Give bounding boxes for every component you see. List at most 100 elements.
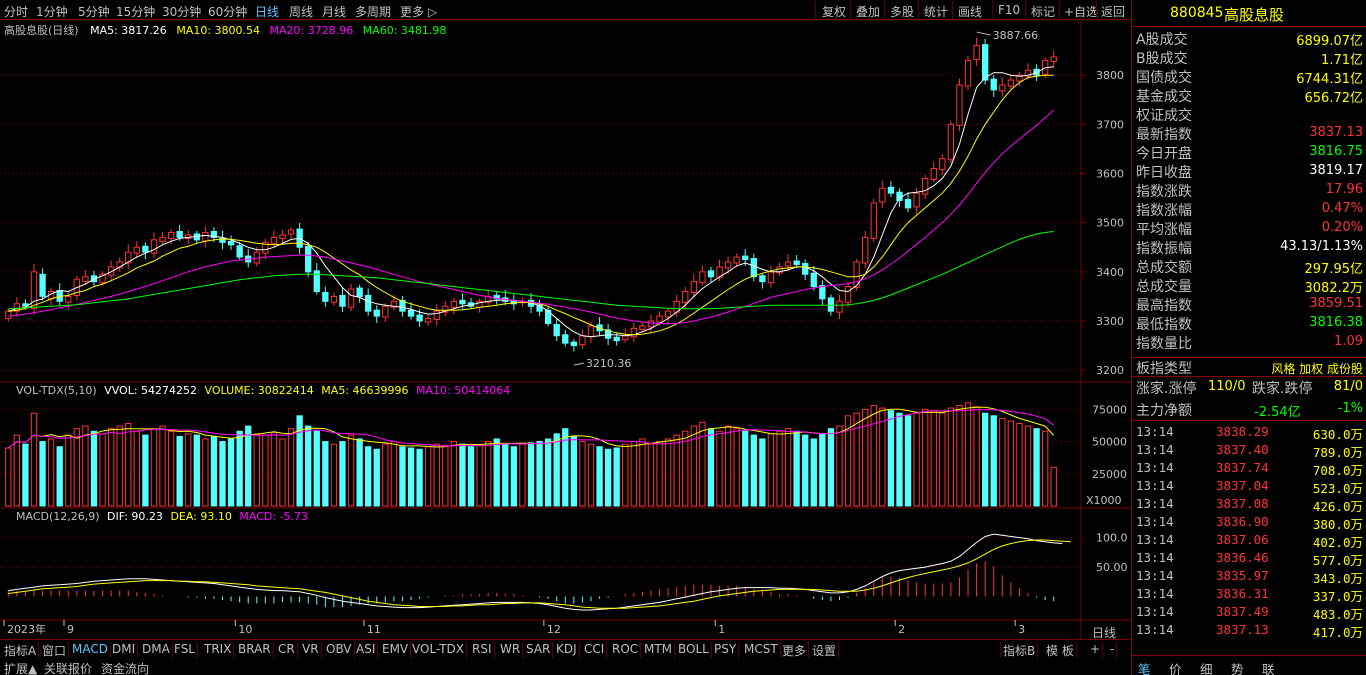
macd-indicator-name: MACD(12,26,9) (16, 510, 100, 523)
volume-bar (527, 442, 535, 507)
candle-body (682, 291, 689, 303)
indicator-tab-boll[interactable]: BOLL (676, 642, 712, 658)
candle-body (973, 45, 980, 60)
candle-body (347, 288, 355, 308)
draw-line-button[interactable]: 画线 (958, 3, 982, 20)
timeframe-1min[interactable]: 1分钟 (36, 3, 68, 20)
template-tab[interactable]: 模 板 (1044, 642, 1077, 658)
volume-bar (219, 441, 226, 507)
indicator-tab-mtm[interactable]: MTM (642, 642, 676, 658)
month-label: 12 (547, 623, 561, 636)
candle-body (767, 271, 775, 284)
candle-body (416, 314, 423, 322)
indicator-tab-psy[interactable]: PSY (712, 642, 740, 658)
kline-chart[interactable]: 3200 3300 3400 3500 3600 3700 3800 25000 50000 7… (0, 20, 1131, 639)
tab-related[interactable]: 联 (1262, 659, 1275, 675)
timeframe-15min[interactable]: 15分钟 (116, 3, 155, 20)
indicator-tab-更多[interactable]: 更多 (780, 642, 810, 658)
tab-price[interactable]: 价 (1169, 659, 1182, 675)
mark-button[interactable]: 标记 (1031, 3, 1055, 20)
volume-bar (776, 430, 783, 507)
indicator-tab-cr[interactable]: CR (276, 642, 298, 658)
timeframe-intraday[interactable]: 分时 (4, 3, 28, 20)
volume-bar (827, 428, 835, 507)
indicator-tab-mcst[interactable]: MCST (742, 642, 781, 658)
timeframe-30min[interactable]: 30分钟 (162, 3, 201, 20)
indicator-tab-cci[interactable]: CCI (582, 642, 608, 658)
statistics-button[interactable]: 统计 (924, 3, 948, 20)
stat-row: A股成交 6899.07亿 (1132, 29, 1366, 49)
volume-bar (142, 434, 149, 507)
indicator-tab-指标a[interactable]: 指标A (2, 642, 40, 658)
month-label: 11 (367, 623, 381, 636)
indicator-tab-obv[interactable]: OBV (324, 642, 355, 658)
indicator-tab-dmi[interactable]: DMI (110, 642, 139, 658)
more-menu[interactable]: 更多 ▷ (400, 3, 437, 20)
indicator-tab-vr[interactable]: VR (300, 642, 322, 658)
main-info-line: 高股息股(日线) MA5: 3817.26 MA10: 3800.54 MA20… (4, 22, 446, 38)
adjust-button[interactable]: 复权 (822, 3, 846, 20)
indicator-tab-brar[interactable]: BRAR (236, 642, 274, 658)
volume-indicator-name: VOL-TDX(5,10) (16, 384, 97, 397)
tick-time: 13:14 (1136, 424, 1174, 439)
indicator-tab-窗口[interactable]: 窗口 (40, 642, 70, 658)
month-label: 10 (238, 623, 252, 636)
timeframe-daily[interactable]: 日线 (255, 3, 279, 20)
stat-label: 指数涨幅 (1136, 203, 1192, 219)
stat-row: 昨日收盘 3819.17 (1132, 162, 1366, 181)
timeframe-weekly[interactable]: 周线 (289, 3, 313, 20)
timeframe-monthly[interactable]: 月线 (322, 3, 346, 20)
indicator-tab-macd[interactable]: MACD (70, 642, 111, 658)
f10-button[interactable]: F10 (998, 3, 1020, 17)
indicator-tab-trix[interactable]: TRIX (202, 642, 235, 658)
overlay-button[interactable]: 叠加 (856, 3, 880, 20)
volume-bar (570, 435, 578, 507)
volume-bar (305, 425, 312, 507)
indicator-tab-roc[interactable]: ROC (610, 642, 642, 658)
indicator-tab-wr[interactable]: WR (498, 642, 524, 658)
macd-info-line: MACD(12,26,9) DIF: 90.23 DEA: 93.10 MACD… (16, 510, 308, 523)
quote-header: 880845 高股息股 (1132, 0, 1366, 27)
indicator-tab-asi[interactable]: ASI (354, 642, 379, 658)
tab-trades[interactable]: 笔 (1138, 659, 1151, 675)
panel-bottom-tabs: 笔 价 细 势 联 (1132, 655, 1366, 675)
volume-bar (767, 433, 775, 507)
back-button[interactable]: 返回 (1101, 3, 1125, 20)
fund-flow-tab[interactable]: 资金流向 (101, 660, 149, 675)
stat-row: 总成交额 297.95亿 (1132, 257, 1366, 277)
tab-trend[interactable]: 势 (1231, 659, 1244, 675)
volume-bar (673, 434, 680, 507)
stat-row: 最新指数 3837.13 (1132, 124, 1366, 143)
volume-bar (1016, 423, 1023, 507)
candle-body (827, 297, 835, 312)
stat-value: 3837.13 (1309, 125, 1363, 140)
timeframe-60min[interactable]: 60分钟 (208, 3, 247, 20)
tick-row: 13:14 3837.74 708.0万 (1132, 459, 1366, 478)
volume-unit-label: X1000 (1086, 494, 1122, 507)
indicator-tab-rsi[interactable]: RSI (470, 642, 495, 658)
volume-bar (65, 434, 72, 507)
indicator-tab-设置[interactable]: 设置 (810, 642, 840, 658)
indicator-tab-fsl[interactable]: FSL (172, 642, 198, 658)
stat-row: 指数涨跌 17.96 (1132, 181, 1366, 200)
indicator-tab-dma[interactable]: DMA (140, 642, 173, 658)
expand-button[interactable]: 扩展▲ (4, 660, 37, 675)
timeframe-5min[interactable]: 5分钟 (78, 3, 110, 20)
indicator-b-tab[interactable]: 指标B (1000, 642, 1039, 658)
board-type-row: 板指类型 风格 加权 成份股 (1132, 357, 1366, 377)
volume-bar (476, 444, 483, 507)
multi-stock-button[interactable]: 多股 (890, 3, 914, 20)
timeframe-multi[interactable]: 多周期 (355, 3, 391, 20)
indicator-tab-emv[interactable]: EMV (380, 642, 412, 658)
add-favorite-button[interactable]: +自选 (1064, 3, 1098, 20)
indicator-tab-vol-tdx[interactable]: VOL-TDX (410, 642, 467, 658)
index-title: 高股息股 (1224, 6, 1285, 24)
zoom-out-button[interactable]: - (1108, 642, 1118, 658)
volume-bar (99, 433, 106, 507)
zoom-in-button[interactable]: + (1088, 642, 1104, 658)
indicator-tab-sar[interactable]: SAR (524, 642, 554, 658)
indicator-tab-kdj[interactable]: KDJ (554, 642, 580, 658)
candle-body (570, 341, 578, 347)
related-quotes-tab[interactable]: 关联报价 (44, 660, 92, 675)
tab-detail[interactable]: 细 (1200, 659, 1213, 675)
